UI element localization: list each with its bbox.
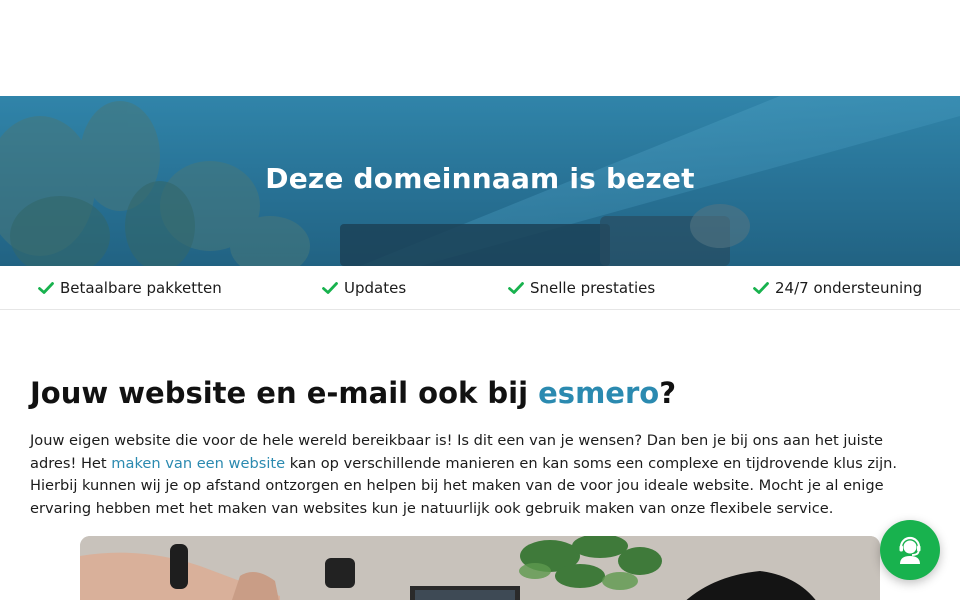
check-icon [753,282,769,294]
heading-brand: esmero [538,376,660,410]
intro-paragraph: Jouw eigen website die voor de hele were… [30,430,930,520]
usp-item-ondersteuning: 24/7 ondersteuning [753,278,922,298]
heading-prefix: Jouw website en e-mail ook bij [30,376,539,410]
usp-label: Snelle prestaties [530,279,656,297]
hero-title: Deze domeinnaam is bezet [265,162,695,195]
usp-item-betaalbare-pakketten: Betaalbare pakketten [38,278,222,298]
section-heading: Jouw website en e-mail ook bij esmero? [30,376,676,410]
hero-banner: Deze domeinnaam is bezet [0,96,960,266]
check-icon [508,282,524,294]
check-icon [38,282,54,294]
usp-bar: Betaalbare pakketten Updates Snelle pres… [0,266,960,310]
usp-item-snelle-prestaties: Snelle prestaties [508,278,655,298]
office-photo-image [80,536,880,600]
usp-label: 24/7 ondersteuning [775,279,923,297]
usp-label: Updates [344,279,407,297]
usp-item-updates: Updates [322,278,406,298]
check-icon [322,282,338,294]
site-header [0,0,960,96]
usp-label: Betaalbare pakketten [60,279,222,297]
maken-van-een-website-link[interactable]: maken van een website [111,455,285,472]
heading-suffix: ? [659,376,677,410]
live-chat-button[interactable] [880,520,940,580]
support-agent-icon [899,536,921,564]
office-photo [80,536,880,600]
